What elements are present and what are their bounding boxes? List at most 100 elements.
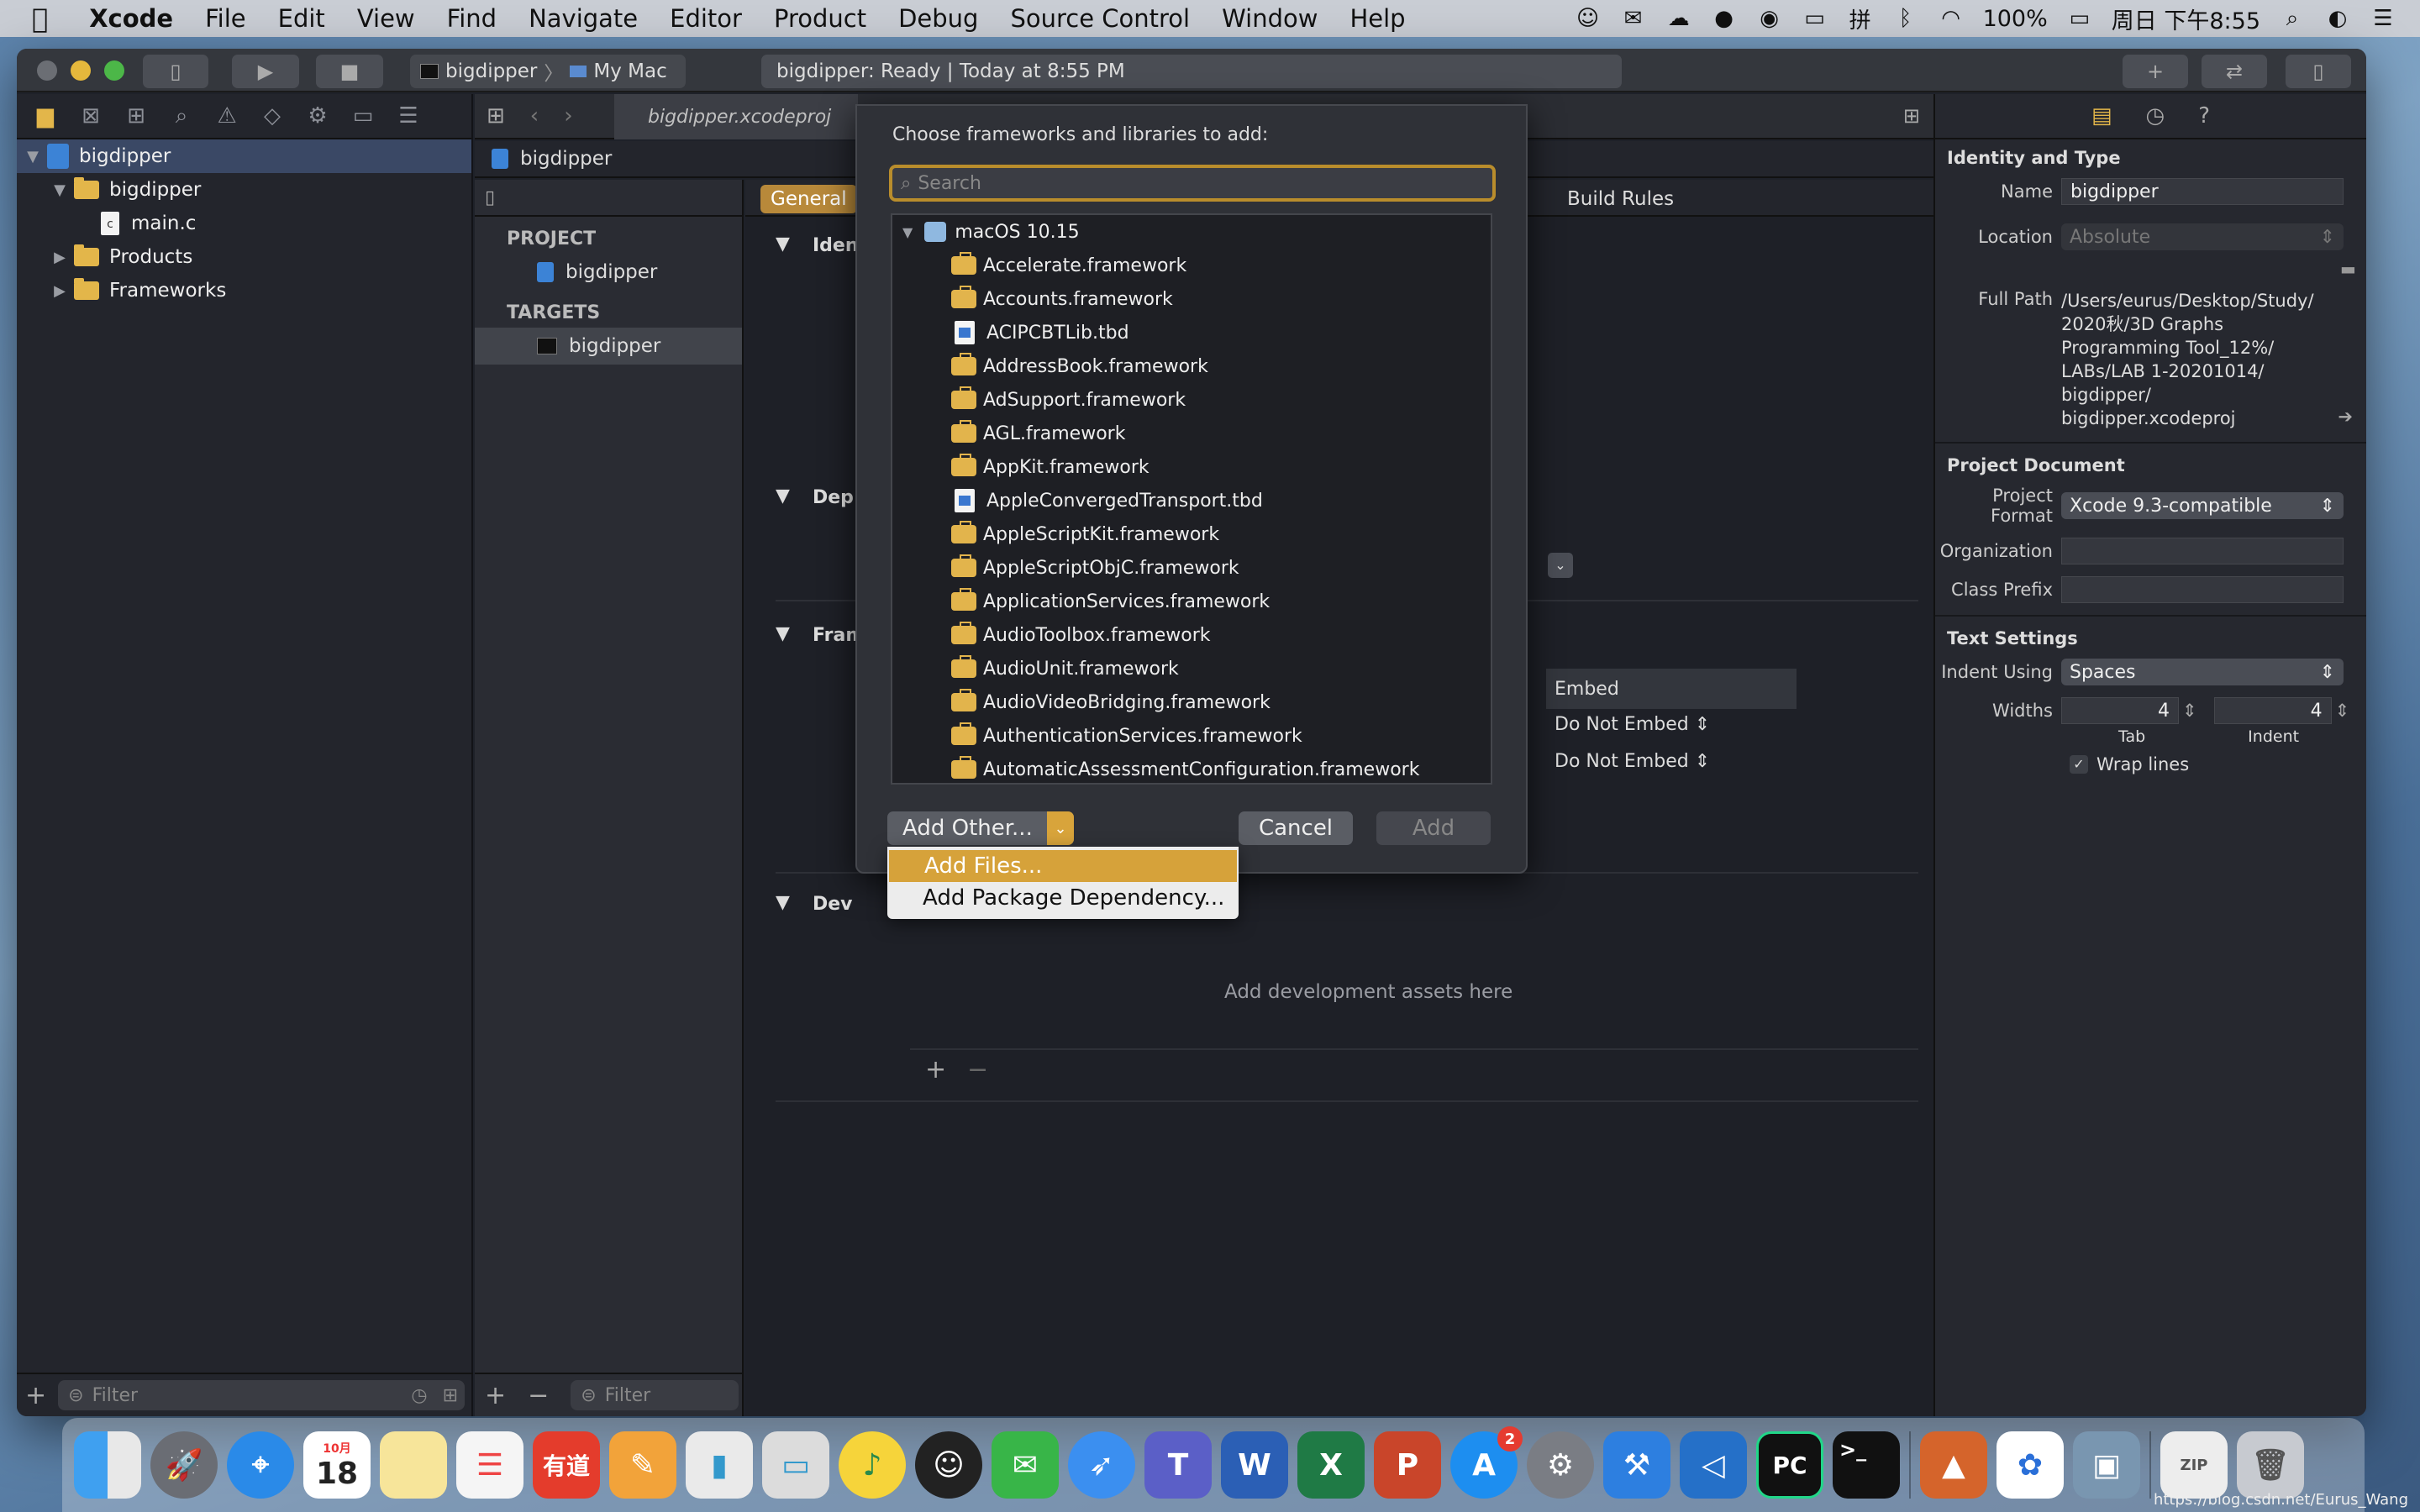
debug-nav-icon[interactable]: ⚙ [304,103,331,129]
report-nav-icon[interactable]: ☰ [395,103,422,129]
shazam-icon[interactable]: ◉ [1756,6,1783,31]
embed-popup[interactable]: Do Not Embed ⇕ [1555,714,1710,735]
folder-browse-icon[interactable]: ▬ [2340,259,2366,279]
section-triangle-icon[interactable]: ▼ [776,486,790,507]
menu-edit[interactable]: Edit [262,4,341,33]
battery-icon[interactable]: ▭ [2066,6,2093,31]
trash-icon[interactable]: 🗑 [2237,1431,2304,1499]
youdao-icon[interactable]: 有道 [533,1431,600,1499]
class-prefix-field[interactable] [2061,576,2344,603]
library-add-button[interactable]: + [2123,55,2188,88]
add-other-button[interactable]: Add Other... [887,811,1074,845]
section-triangle-icon[interactable]: ▼ [776,892,790,913]
add-file-icon[interactable]: + [25,1381,46,1410]
framework-row[interactable]: AGL.framework [892,417,1491,450]
scm-filter-icon[interactable]: ⊞ [443,1385,458,1406]
vscode-icon[interactable]: ◁ [1680,1431,1747,1499]
menu-debug[interactable]: Debug [882,4,994,33]
launchpad-icon[interactable]: 🚀 [150,1431,218,1499]
wechat-status-icon[interactable]: ✉ [1620,6,1647,31]
framework-row[interactable]: AdSupport.framework [892,383,1491,417]
add-target-icon[interactable]: + [485,1381,506,1410]
sdk-group-row[interactable]: ▼ macOS 10.15 [892,215,1491,249]
framework-search-input[interactable]: ⌕ Search [889,165,1496,202]
baidu-netdisk-icon[interactable]: ✿ [1996,1431,2064,1499]
notification-center-icon[interactable]: ☰ [2370,6,2396,31]
excel-icon[interactable]: X [1297,1431,1365,1499]
dingtalk-icon[interactable]: ➶ [1068,1431,1135,1499]
disclosure-open-icon[interactable]: ▼ [24,148,42,165]
framework-row[interactable]: AuthenticationServices.framework [892,719,1491,753]
menu-file[interactable]: File [189,4,262,33]
find-nav-icon[interactable]: ⌕ [168,103,195,129]
siri-icon[interactable]: ◐ [2324,6,2351,31]
apple-menu-icon[interactable]:  [0,3,73,34]
safari-icon[interactable]: ⌖ [227,1431,294,1499]
app-store-icon[interactable]: A2 [1450,1426,1523,1499]
indent-width-field[interactable]: 4 [2213,697,2332,724]
qq-music-icon[interactable]: ♪ [839,1431,906,1499]
menu-help[interactable]: Help [1334,4,1421,33]
input-method-icon[interactable]: 拼 [1847,7,1874,34]
preview-icon[interactable]: ▣ [2073,1431,2140,1499]
back-arrow-icon[interactable]: ‹ [530,103,539,129]
framework-row[interactable]: ApplicationServices.framework [892,585,1491,618]
tab-width-stepper-icon[interactable]: ⇕ [2182,701,2197,721]
name-field[interactable]: bigdipper [2061,178,2344,205]
remove-asset-icon[interactable]: − [967,1055,988,1084]
calendar-icon[interactable]: 10月 18 [303,1431,371,1499]
indent-using-popup[interactable]: Spaces ⇕ [2061,659,2344,685]
disclosure-open-icon[interactable]: ▼ [902,224,913,240]
framework-row[interactable]: Accounts.framework [892,282,1491,316]
app-status-icon[interactable]: ● [1711,6,1738,31]
embed-popup[interactable]: Do Not Embed ⇕ [1555,751,1710,772]
framework-row[interactable]: AutomaticAssessmentConfiguration.framewo… [892,753,1491,783]
framework-row[interactable]: AudioToolbox.framework [892,618,1491,652]
chevron-down-icon[interactable]: ⌄ [1548,553,1573,578]
archive-zip-icon[interactable]: ZIP [2160,1431,2228,1499]
quick-help-icon[interactable]: ? [2198,103,2210,129]
stop-button[interactable]: ■ [316,55,383,88]
spotlight-search-icon[interactable]: ⌕ [2279,6,2306,31]
framework-row[interactable]: AudioUnit.framework [892,652,1491,685]
target-filter-input[interactable]: ⊜ Filter [571,1380,739,1410]
close-window-button[interactable] [37,60,57,81]
xcode-icon[interactable]: ⚒ [1603,1431,1670,1499]
framework-row[interactable]: AppleConvergedTransport.tbd [892,484,1491,517]
framework-list[interactable]: ▼ macOS 10.15 Accelerate.framework Accou… [891,213,1492,785]
reminders-icon[interactable]: ☰ [456,1431,523,1499]
clock[interactable]: 周日 下午8:55 [2112,3,2260,35]
menu-source-control[interactable]: Source Control [994,4,1206,33]
scheme-selector[interactable]: bigdipper 〉 My Mac [410,55,686,88]
test-nav-icon[interactable]: ◇ [259,103,286,129]
qq-icon[interactable]: ☺ [915,1431,982,1499]
minimize-window-button[interactable] [71,60,91,81]
wifi-icon[interactable]: ◠ [1938,6,1965,31]
disclosure-closed-icon[interactable]: ▶ [50,249,69,266]
add-other-chevron-icon[interactable]: ⌄ [1047,811,1074,845]
display-icon[interactable]: ▭ [1802,6,1828,31]
section-triangle-icon[interactable]: ▼ [776,234,790,255]
menu-app-name[interactable]: Xcode [73,4,189,33]
indent-width-stepper-icon[interactable]: ⇕ [2335,701,2350,721]
qq-status-icon[interactable]: ☺ [1575,6,1602,31]
framework-row[interactable]: AudioVideoBridging.framework [892,685,1491,719]
menu-item-add-files[interactable]: Add Files... [889,850,1237,882]
menu-navigate[interactable]: Navigate [513,4,654,33]
add-button[interactable]: Add [1376,811,1491,845]
menu-editor[interactable]: Editor [654,4,758,33]
teams-icon[interactable]: T [1144,1431,1212,1499]
numbers-icon[interactable]: ▮ [686,1431,753,1499]
recent-files-icon[interactable]: ◷ [411,1385,427,1406]
tree-item-file[interactable]: c main.c [17,207,471,240]
powerpoint-icon[interactable]: P [1374,1431,1441,1499]
framework-row[interactable]: AddressBook.framework [892,349,1491,383]
navigator-filter-input[interactable]: ⊜ Filter ◷ ⊞ [58,1380,465,1410]
location-popup[interactable]: Absolute ⇕ [2061,223,2344,250]
framework-row[interactable]: ACIPCBTLib.tbd [892,316,1491,349]
finder-icon[interactable] [74,1431,141,1499]
source-control-nav-icon[interactable]: ⊠ [77,103,104,129]
notes-icon[interactable] [380,1431,447,1499]
wechat-icon[interactable]: ✉ [992,1431,1059,1499]
wrap-lines-checkbox[interactable]: ✓ [2070,755,2088,774]
